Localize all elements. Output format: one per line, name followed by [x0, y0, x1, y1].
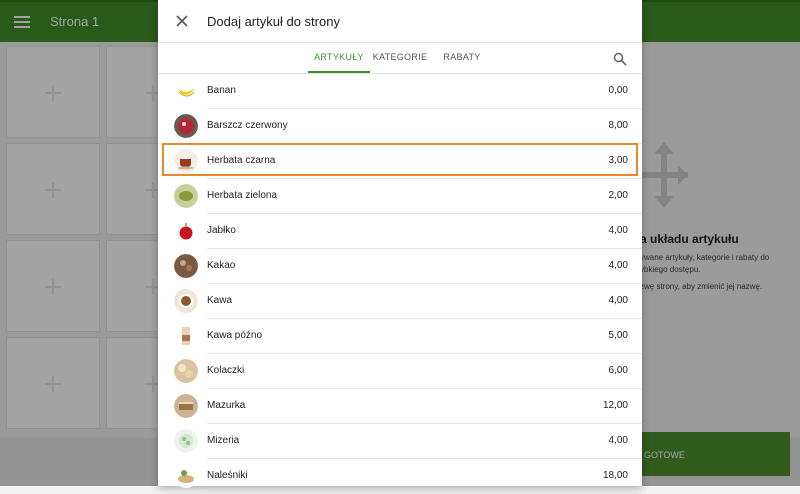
- add-item-dialog: Dodaj artykuł do strony ARTYKUŁY KATEGOR…: [158, 0, 642, 494]
- article-row[interactable]: Herbata zielona 2,00: [158, 179, 642, 214]
- close-icon[interactable]: [174, 13, 190, 29]
- article-price: 4,00: [608, 295, 628, 306]
- article-row[interactable]: Kolaczki 6,00: [158, 354, 642, 389]
- borscht-icon: [174, 114, 198, 138]
- tab-articles[interactable]: ARTYKUŁY: [308, 43, 370, 73]
- article-price: 6,00: [608, 365, 628, 376]
- article-row[interactable]: Mizeria 4,00: [158, 424, 642, 459]
- article-name: Kolaczki: [207, 365, 245, 376]
- article-row[interactable]: Mazurka 12,00: [158, 389, 642, 424]
- article-price: 3,00: [608, 155, 628, 166]
- article-name: Banan: [207, 85, 236, 96]
- article-row[interactable]: Jabłko 4,00: [158, 214, 642, 249]
- article-price: 2,00: [608, 190, 628, 201]
- cocoa-icon: [174, 254, 198, 278]
- salad-icon: [174, 429, 198, 453]
- article-name: Kakao: [207, 260, 236, 271]
- article-name: Barszcz czerwony: [207, 120, 288, 131]
- black-tea-icon: [174, 149, 198, 173]
- apple-icon: [174, 219, 198, 243]
- pancakes-icon: [174, 464, 198, 488]
- article-price: 12,00: [602, 400, 628, 411]
- article-list: Banan 0,00 Barszcz czerwony 8,00 Herbata cza…: [158, 74, 642, 494]
- article-name: Herbata czarna: [207, 155, 276, 166]
- article-name: Herbata zielona: [207, 190, 278, 201]
- article-name: Mazurka: [207, 400, 246, 411]
- dialog-header: Dodaj artykuł do strony: [158, 0, 642, 43]
- article-price: 18,00: [602, 470, 628, 481]
- article-row[interactable]: Barszcz czerwony 8,00: [158, 109, 642, 144]
- article-price: 0,00: [608, 85, 628, 96]
- tab-categories[interactable]: KATEGORIE: [372, 43, 428, 72]
- dialog-title: Dodaj artykuł do strony: [207, 14, 340, 29]
- article-name: Jabłko: [207, 225, 236, 236]
- article-row[interactable]: Herbata czarna 3,00: [158, 144, 642, 179]
- article-name: Kawa późno: [207, 330, 263, 341]
- tab-discounts[interactable]: RABATY: [438, 43, 486, 72]
- cake-icon: [174, 394, 198, 418]
- article-price: 5,00: [608, 330, 628, 341]
- banana-icon: [174, 79, 198, 103]
- tab-bar: ARTYKUŁY KATEGORIE RABATY: [158, 43, 642, 74]
- article-name: Naleśniki: [207, 470, 248, 481]
- search-icon[interactable]: [613, 52, 627, 66]
- article-row[interactable]: Naleśniki 18,00: [158, 459, 642, 494]
- latte-icon: [174, 324, 198, 348]
- article-row[interactable]: Kawa późno 5,00: [158, 319, 642, 354]
- article-price: 8,00: [608, 120, 628, 131]
- cookies-icon: [174, 359, 198, 383]
- article-price: 4,00: [608, 435, 628, 446]
- coffee-icon: [174, 289, 198, 313]
- article-name: Kawa: [207, 295, 233, 306]
- article-price: 4,00: [608, 260, 628, 271]
- article-row[interactable]: Kakao 4,00: [158, 249, 642, 284]
- article-row[interactable]: Banan 0,00: [158, 74, 642, 109]
- article-price: 4,00: [608, 225, 628, 236]
- article-row[interactable]: Kawa 4,00: [158, 284, 642, 319]
- article-name: Mizeria: [207, 435, 240, 446]
- green-tea-icon: [174, 184, 198, 208]
